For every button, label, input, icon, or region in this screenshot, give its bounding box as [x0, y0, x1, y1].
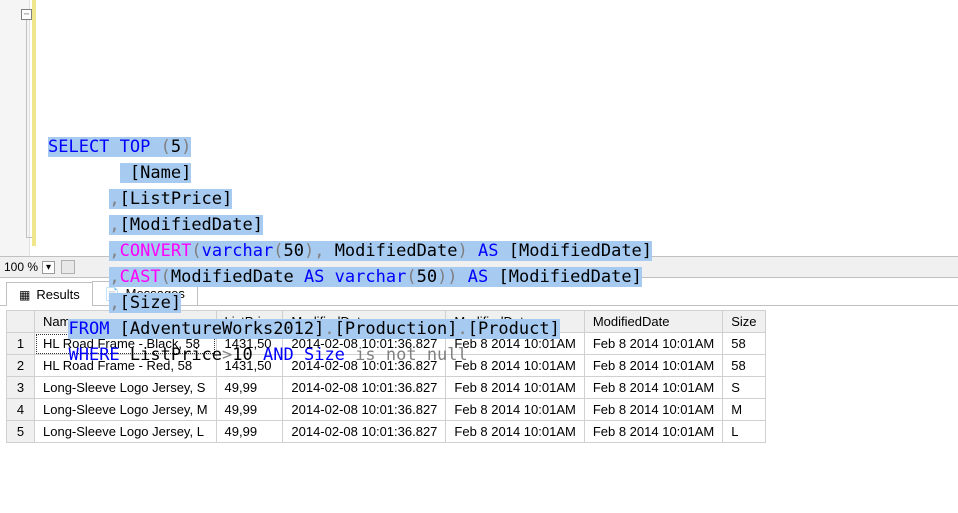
fold-guide-horizontal — [26, 237, 32, 238]
zoom-value: 100 % — [4, 260, 38, 274]
code-token: 5 — [171, 137, 181, 157]
code-token: CONVERT — [120, 241, 192, 261]
code-token: 50 — [417, 267, 437, 287]
row-number-cell[interactable]: 4 — [7, 399, 35, 421]
code-line[interactable]: ,[ListPrice] — [48, 186, 958, 212]
code-token: [Size] — [120, 293, 181, 313]
row-number-cell[interactable]: 1 — [7, 333, 35, 355]
code-token: , — [109, 241, 119, 261]
code-token: [ListPrice] — [120, 189, 233, 209]
code-token: . — [457, 319, 467, 339]
code-token — [109, 137, 119, 157]
code-line[interactable]: ,[Size] — [48, 290, 958, 316]
code-token: [ModifiedDate] — [499, 241, 653, 261]
code-token — [324, 267, 334, 287]
code-token: AS — [304, 267, 324, 287]
code-token: [ModifiedDate] — [488, 267, 642, 287]
code-token — [294, 345, 304, 365]
code-token: ( — [273, 241, 283, 261]
code-token: ( — [161, 137, 171, 157]
code-token — [150, 137, 160, 157]
row-number-cell[interactable]: 5 — [7, 421, 35, 443]
code-token: , — [109, 267, 119, 287]
code-token: , — [109, 215, 119, 235]
code-line[interactable]: FROM [AdventureWorks2012].[Production].[… — [48, 316, 958, 342]
code-token: varchar — [202, 241, 274, 261]
code-token: ) — [458, 241, 468, 261]
code-token: AS — [478, 241, 498, 261]
table-row[interactable]: 5Long-Sleeve Logo Jersey, L49,992014-02-… — [7, 421, 766, 443]
code-token: AS — [468, 267, 488, 287]
code-token: AND — [263, 345, 294, 365]
code-line[interactable]: WHERE ListPrice>10 AND Size is not null — [48, 342, 958, 368]
code-line[interactable]: [Name] — [48, 160, 958, 186]
code-token: 10 — [232, 345, 263, 365]
grid-icon: ▦ — [19, 288, 30, 302]
grid-cell[interactable]: L — [723, 421, 765, 443]
code-token: ( — [191, 241, 201, 261]
row-number-cell[interactable]: 3 — [7, 377, 35, 399]
code-token: ListPrice — [120, 345, 222, 365]
code-token: ( — [161, 267, 171, 287]
sql-editor-pane: − SELECT TOP (5) [Name] ,[ListPrice] ,[M… — [0, 0, 958, 256]
code-line[interactable]: SELECT TOP (5) — [48, 134, 958, 160]
code-token: > — [222, 345, 232, 365]
code-line[interactable]: ,[ModifiedDate] — [48, 212, 958, 238]
code-token — [458, 267, 468, 287]
code-token: Size — [304, 345, 345, 365]
code-token — [468, 241, 478, 261]
code-token: ), — [304, 241, 324, 261]
code-token: ModifiedDate — [171, 267, 304, 287]
code-token: varchar — [335, 267, 407, 287]
tab-results[interactable]: ▦ Results — [6, 282, 93, 306]
code-token — [345, 345, 355, 365]
code-token: [ModifiedDate] — [120, 215, 263, 235]
code-token: , — [109, 189, 119, 209]
tab-results-label: Results — [36, 287, 79, 302]
code-token: , — [109, 293, 119, 313]
code-token: ( — [406, 267, 416, 287]
code-line[interactable]: ,CAST(ModifiedDate AS varchar(50)) AS [M… — [48, 264, 958, 290]
code-line[interactable]: ,CONVERT(varchar(50), ModifiedDate) AS [… — [48, 238, 958, 264]
grid-cell[interactable]: 49,99 — [216, 421, 283, 443]
code-token: )) — [437, 267, 457, 287]
code-token: [Product] — [468, 319, 560, 339]
grid-cell[interactable]: 2014-02-08 10:01:36.827 — [283, 421, 446, 443]
code-token: TOP — [120, 137, 151, 157]
fold-guide-vertical — [26, 20, 27, 238]
grid-cell[interactable]: Feb 8 2014 10:01AM — [584, 421, 722, 443]
code-token: [AdventureWorks2012] — [109, 319, 324, 339]
code-token: SELECT — [48, 137, 109, 157]
fold-toggle-icon[interactable]: − — [21, 9, 32, 20]
grid-cell[interactable]: Feb 8 2014 10:01AM — [446, 421, 584, 443]
code-token: 50 — [283, 241, 303, 261]
code-token: [Name] — [120, 163, 192, 183]
code-token: [Production] — [335, 319, 458, 339]
code-token: CAST — [120, 267, 161, 287]
row-number-header[interactable] — [7, 311, 35, 333]
code-token: WHERE — [68, 345, 119, 365]
code-token: . — [324, 319, 334, 339]
code-token: ) — [181, 137, 191, 157]
code-token: is not null — [355, 345, 468, 365]
sql-code-area[interactable]: − SELECT TOP (5) [Name] ,[ListPrice] ,[M… — [30, 0, 958, 256]
row-number-cell[interactable]: 2 — [7, 355, 35, 377]
grid-cell[interactable]: Long-Sleeve Logo Jersey, L — [35, 421, 217, 443]
code-token: ModifiedDate — [324, 241, 457, 261]
code-token: FROM — [68, 319, 109, 339]
